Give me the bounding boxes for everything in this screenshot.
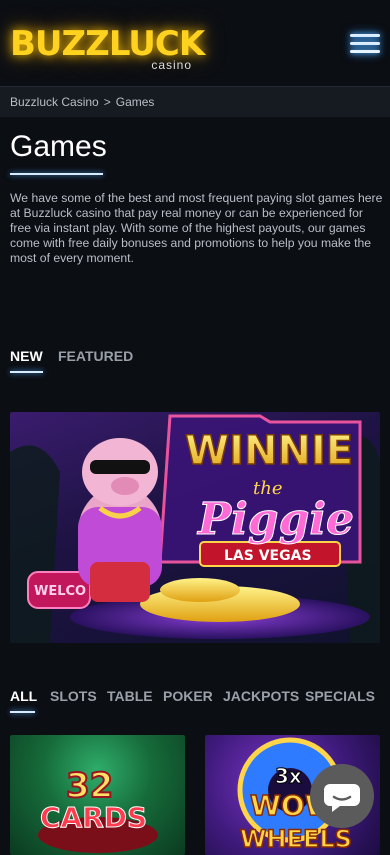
logo-subtitle: casino — [151, 58, 192, 72]
live-chat-button[interactable] — [310, 764, 374, 828]
breadcrumb: Buzzluck Casino > Games — [0, 86, 390, 117]
chat-bubble-icon — [324, 784, 360, 812]
game-card-title-line3: WHEELS — [240, 825, 352, 853]
site-header: BUZZLUCK casino — [0, 0, 390, 86]
game-card-title-line2: CARDS — [40, 801, 147, 834]
game-card[interactable]: 32 CARDS — [10, 735, 185, 855]
tab-specials[interactable]: SPECIALS — [305, 688, 375, 704]
breadcrumb-current: Games — [115, 95, 155, 109]
banner-subtitle: LAS VEGAS — [224, 548, 312, 564]
tab-poker[interactable]: POKER — [163, 688, 213, 704]
tab-table[interactable]: TABLE — [107, 688, 153, 704]
featured-game-banner[interactable]: WINNIE the Piggie LAS VEGAS WELCO — [10, 412, 380, 643]
hamburger-menu-icon[interactable] — [350, 34, 380, 54]
buzzluck-logo[interactable]: BUZZLUCK casino — [10, 24, 205, 76]
tab-featured[interactable]: FEATURED — [58, 348, 133, 364]
tab-new[interactable]: NEW — [10, 348, 43, 364]
breadcrumb-separator: > — [103, 95, 111, 109]
tab-jackpots[interactable]: JACKPOTS — [223, 688, 299, 704]
tab-all[interactable]: ALL — [10, 688, 37, 704]
banner-sign-text: WELCO — [34, 584, 86, 599]
tab-new-underline — [10, 371, 43, 373]
banner-title-winnie: WINNIE — [185, 428, 353, 474]
title-underline — [10, 173, 103, 175]
breadcrumb-home-link[interactable]: Buzzluck Casino — [10, 95, 99, 109]
banner-title-piggie: Piggie — [196, 494, 354, 545]
tab-slots[interactable]: SLOTS — [50, 688, 97, 704]
game-card-title-line1: 32 — [66, 766, 113, 806]
intro-text: We have some of the best and most freque… — [10, 191, 383, 265]
page-title: Games — [10, 130, 107, 163]
tab-all-underline — [10, 711, 35, 713]
32-cards-artwork: 32 CARDS — [38, 765, 158, 853]
winnie-the-piggie-artwork: WINNIE the Piggie LAS VEGAS WELCO — [10, 414, 380, 643]
game-card-title-line1: 3x — [275, 764, 302, 788]
